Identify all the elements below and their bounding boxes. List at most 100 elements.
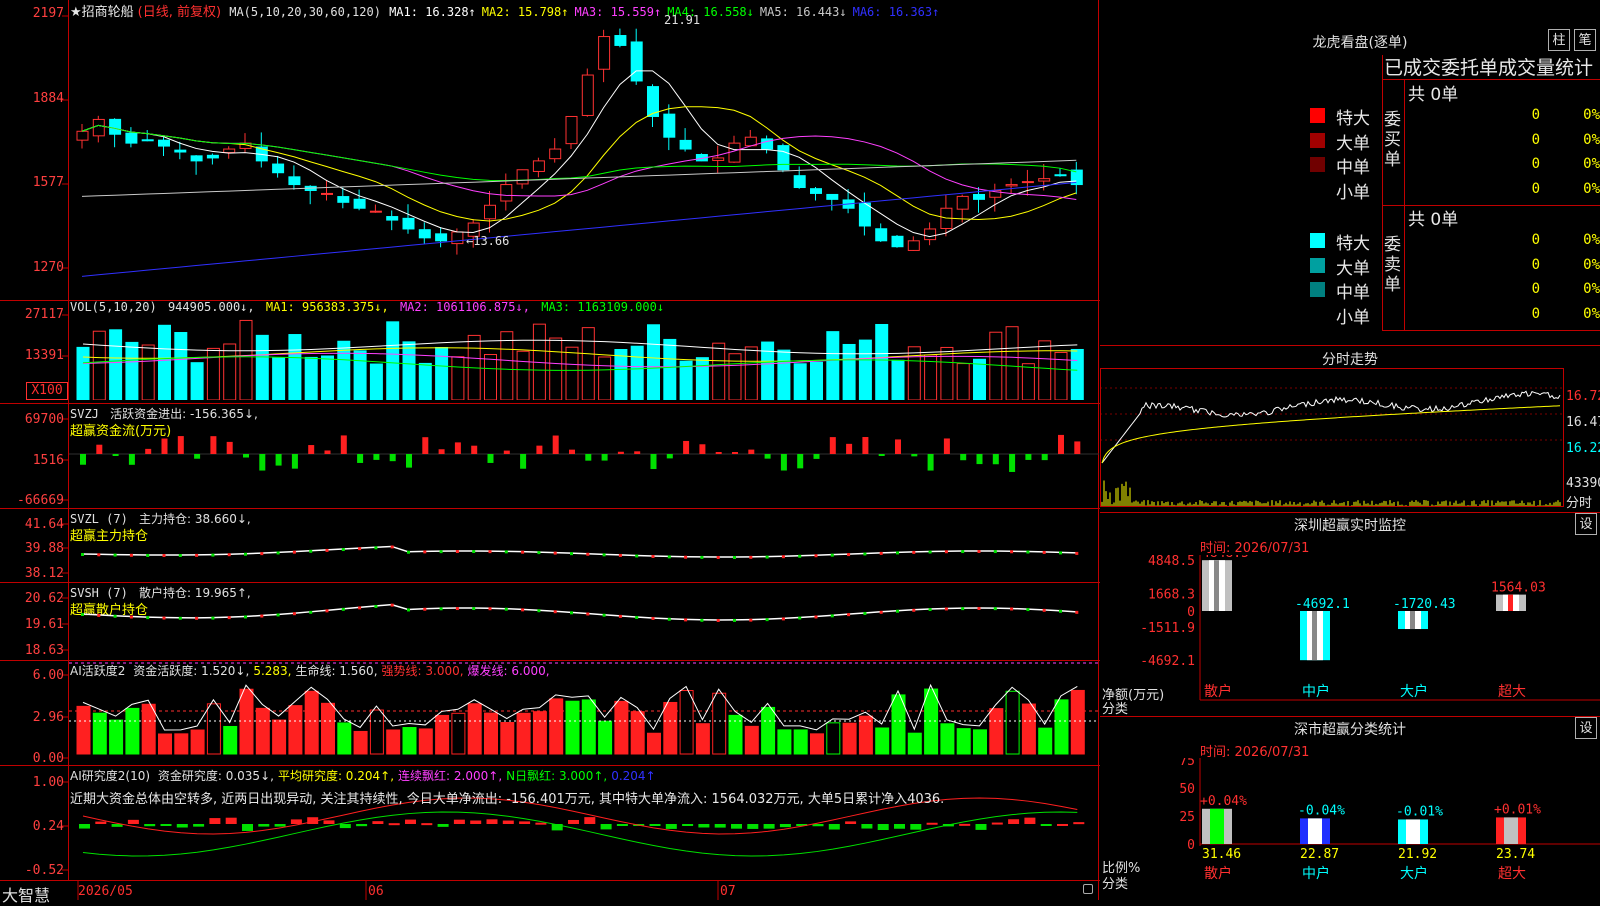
monitor-y-tick: -1511.9 xyxy=(1140,621,1195,636)
volume-bar xyxy=(858,339,872,400)
fund-flow-bar xyxy=(666,454,673,459)
fund-flow-bar xyxy=(780,454,787,471)
dot-marker xyxy=(358,606,362,610)
dot-marker xyxy=(325,609,329,613)
activity-bar xyxy=(581,699,596,755)
classify-value: 23.74 xyxy=(1496,847,1535,862)
retail-position-chart[interactable] xyxy=(69,584,1099,660)
research-bar xyxy=(649,824,661,826)
monitor-bar xyxy=(1300,611,1330,661)
classify-y-tick: 25 xyxy=(1179,810,1195,825)
ai-research-chart[interactable] xyxy=(69,766,1099,880)
net-amount-chart[interactable]: 4848.5 1668.3 0-1511.9 -4692.1 4848.5 散户 -4692… xyxy=(1100,555,1600,705)
activity-bar xyxy=(369,709,384,755)
monitor-bar xyxy=(1398,611,1428,630)
activity-bar xyxy=(418,728,433,755)
fund-flow-bar xyxy=(634,451,641,454)
buy-side-label: 委买单 xyxy=(1384,110,1401,170)
fund-flow-bar xyxy=(911,454,918,457)
volume-chart[interactable] xyxy=(69,314,1099,400)
activity-bar xyxy=(500,722,515,755)
fund-flow-bar xyxy=(194,454,201,459)
classify-change: -0.01% xyxy=(1396,804,1443,819)
dot-marker xyxy=(765,555,769,559)
activity-bar xyxy=(924,688,939,755)
tick-view-button[interactable]: 笔 xyxy=(1574,29,1596,51)
lock-icon[interactable] xyxy=(1083,884,1093,894)
volume-bar xyxy=(565,346,579,400)
dot-marker xyxy=(504,550,508,554)
activity-bar xyxy=(353,730,368,755)
dot-marker xyxy=(847,613,851,617)
dot-marker xyxy=(97,613,101,617)
volume-bar xyxy=(842,343,856,400)
dot-marker xyxy=(602,553,606,557)
ma3-line xyxy=(81,124,1077,201)
fund-flow-chart[interactable] xyxy=(69,406,1099,506)
fund-flow-bar xyxy=(471,445,478,454)
monitor-bar-value: 4848.5 xyxy=(1202,555,1249,561)
activity-bar xyxy=(451,712,466,755)
volume-bar xyxy=(647,324,660,400)
research-bar xyxy=(779,824,791,828)
fund-flow-bar xyxy=(454,442,461,454)
research-bar xyxy=(698,824,710,828)
monitor-category: 散户 xyxy=(1204,683,1232,700)
fund-flow-bar xyxy=(617,451,624,454)
research-bar xyxy=(894,824,905,829)
classify-title: 深市超赢分类统计 xyxy=(1294,722,1406,738)
research-bar xyxy=(421,823,433,826)
buy-row-swatch xyxy=(1310,108,1325,123)
volume-bar xyxy=(272,357,286,400)
candle-body xyxy=(321,192,333,195)
fund-flow-bar xyxy=(112,454,119,456)
dot-marker xyxy=(1010,607,1014,611)
activity-bar xyxy=(304,690,319,755)
classify-settings-button[interactable]: 设 xyxy=(1575,717,1597,739)
candle-body xyxy=(614,35,627,46)
dot-marker xyxy=(553,610,557,614)
low-price-marker: ←13.66 xyxy=(466,234,510,248)
dot-marker xyxy=(341,548,345,552)
candle-body xyxy=(1005,184,1018,187)
volume-bar xyxy=(956,363,970,400)
activity-bar xyxy=(158,733,172,755)
research-bar xyxy=(95,821,107,824)
fund-flow-bar xyxy=(389,454,396,462)
classify-category: 散户 xyxy=(1204,865,1232,882)
y-tick-main-2: 1577 xyxy=(32,175,64,190)
dot-marker xyxy=(81,553,84,556)
classify-change: -0.04% xyxy=(1298,803,1345,818)
ratio-chart[interactable]: 75 50 25 0 +0.04% 31.46 散户 -0.04% 22.87 中户 -0.01% 2… xyxy=(1100,758,1600,898)
main-position-chart[interactable] xyxy=(69,510,1099,582)
y-tick-svsh-0: 20.62 xyxy=(24,591,64,606)
dot-marker xyxy=(651,616,655,620)
sell-side-label: 委卖单 xyxy=(1384,235,1401,295)
y-tick-act-0: 6.00 xyxy=(32,668,64,683)
classify-xlabel: 分类 xyxy=(1102,877,1129,892)
research-bar xyxy=(79,824,90,829)
volume-bar xyxy=(907,346,921,400)
candle-body xyxy=(1021,181,1034,184)
dot-marker xyxy=(211,616,215,620)
research-bar xyxy=(714,824,726,828)
monitor-settings-button[interactable]: 设 xyxy=(1575,513,1597,535)
candlestick-chart[interactable] xyxy=(69,2,1099,300)
buy-row-swatch xyxy=(1310,157,1325,172)
dot-marker xyxy=(504,607,508,611)
ai-activity-chart[interactable] xyxy=(69,661,1099,765)
research-bar xyxy=(682,824,694,826)
intraday-chart[interactable] xyxy=(1100,368,1565,508)
dot-marker xyxy=(276,613,280,617)
activity-bar xyxy=(630,711,645,755)
candle-body xyxy=(402,217,415,230)
dot-marker xyxy=(863,552,867,556)
dot-marker xyxy=(146,616,150,620)
buy-row-count: 0 xyxy=(1531,131,1540,148)
research-bar xyxy=(926,822,938,825)
fund-flow-bar xyxy=(536,445,543,454)
chart-area[interactable]: 2197 1884 1577 1270 27117 13391 X100 697… xyxy=(0,0,1100,905)
bar-view-button[interactable]: 柱 xyxy=(1548,29,1570,51)
dot-marker xyxy=(667,555,671,559)
activity-bar xyxy=(956,728,971,755)
